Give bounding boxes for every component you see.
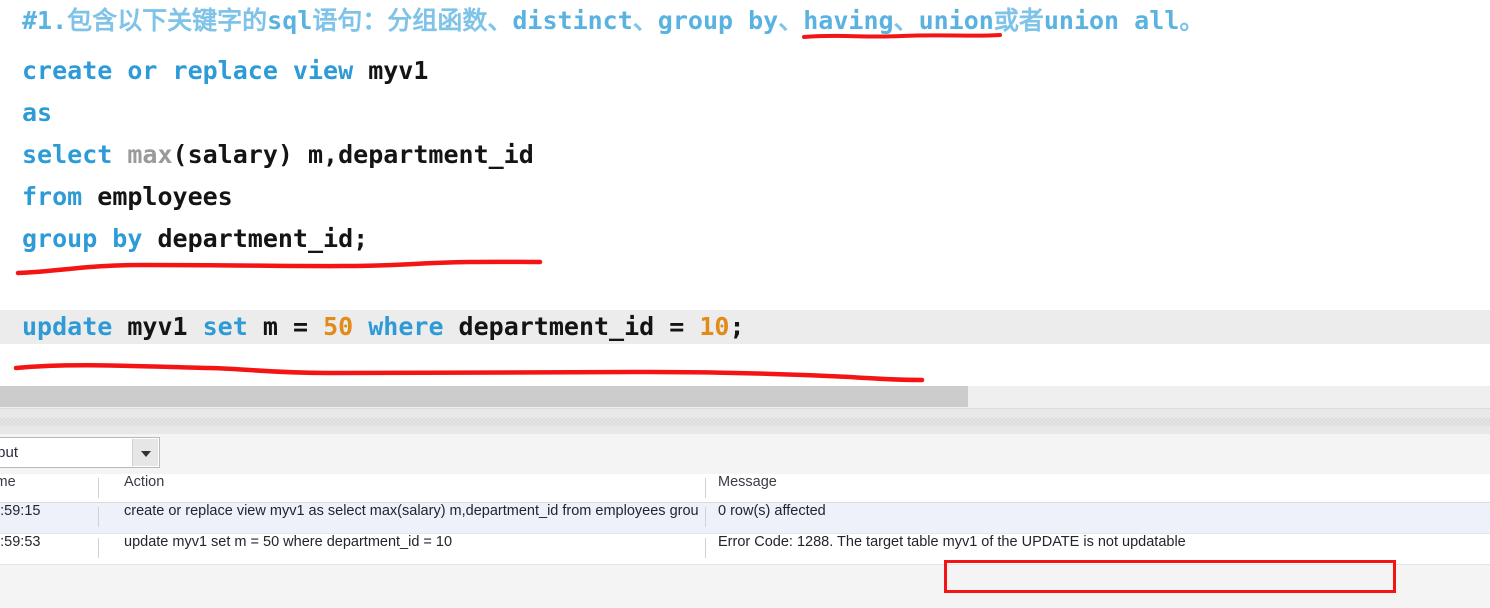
column-header-time[interactable]: Time	[0, 474, 98, 490]
code-token: salary	[187, 140, 278, 169]
code-token: department_id	[458, 312, 670, 341]
row-time: 18:59:53	[0, 534, 98, 550]
row-action-value: update myv1 set m = 50 where department_…	[124, 534, 453, 550]
code-token: update	[22, 312, 128, 341]
table-header-row: Time Action Message	[0, 474, 1490, 503]
chevron-down-icon[interactable]	[132, 439, 158, 466]
groupby-line[interactable]: group by department_id;	[22, 222, 368, 256]
create-view-line[interactable]: create or replace view myv1	[22, 54, 428, 88]
as-line[interactable]: as	[22, 96, 52, 130]
column-header-time-label: Time	[0, 474, 16, 490]
table-row[interactable]: 18:59:15 create or replace view myv1 as …	[0, 503, 1490, 534]
code-token: m,department_id	[308, 140, 534, 169]
code-token: myv1	[127, 312, 203, 341]
code-token: having	[803, 6, 894, 35]
row-message-value: 0 row(s) affected	[718, 503, 826, 519]
code-token: create or replace view	[22, 56, 369, 85]
row-message: Error Code: 1288. The target table myv1 …	[712, 534, 1472, 550]
cell-divider	[98, 507, 99, 527]
panel-splitter[interactable]	[0, 408, 1490, 436]
output-type-select[interactable]: Output	[0, 437, 160, 468]
code-token: union	[918, 6, 994, 35]
code-token: )	[277, 140, 308, 169]
column-header-message-label: Message	[718, 474, 777, 490]
column-divider	[705, 478, 706, 498]
code-token: as	[22, 98, 53, 127]
code-token: m	[262, 312, 293, 341]
row-action-value: create or replace view myv1 as select ma…	[124, 503, 698, 519]
comment-line[interactable]: #1.包含以下关键字的sql语句：分组函数、distinct、group by、…	[22, 4, 1204, 38]
code-token: where	[368, 312, 459, 341]
cell-divider	[98, 538, 99, 558]
code-token: =	[669, 312, 700, 341]
row-time: 18:59:15	[0, 503, 98, 519]
code-token: myv1	[368, 56, 429, 85]
row-time-value: 18:59:53	[0, 534, 41, 550]
update-line[interactable]: update myv1 set m = 50 where department_…	[0, 310, 1490, 344]
output-type-select-label: Output	[0, 444, 19, 461]
code-token: 50	[323, 312, 354, 341]
code-token: 、	[778, 6, 804, 35]
sql-editor[interactable]: #1.包含以下关键字的sql语句：分组函数、distinct、group by、…	[0, 0, 1490, 386]
from-line[interactable]: from employees	[22, 180, 233, 214]
code-token: ;	[729, 312, 745, 341]
column-header-message[interactable]: Message	[712, 474, 1472, 490]
code-token: (	[172, 140, 188, 169]
editor-horizontal-scrollbar-thumb[interactable]	[0, 386, 968, 407]
code-token: 或者	[993, 6, 1044, 35]
code-token: 、	[632, 6, 658, 35]
cell-divider	[705, 538, 706, 558]
table-row[interactable]: 18:59:53 update myv1 set m = 50 where de…	[0, 534, 1490, 565]
code-token: #1.	[22, 6, 68, 35]
code-token: max	[127, 140, 173, 169]
code-token: from	[22, 182, 98, 211]
code-token: 包含以下关键字的	[67, 6, 268, 35]
output-log-table: Time Action Message 18:59:15 create or r…	[0, 474, 1490, 565]
code-token: department_id;	[157, 224, 369, 253]
column-header-action-label: Action	[124, 474, 165, 490]
code-token: =	[292, 312, 324, 341]
code-token: select	[22, 140, 128, 169]
output-toolbar: Output	[0, 434, 1490, 474]
splitter-grip-icon	[0, 418, 1490, 426]
row-message-value: Error Code: 1288. The target table myv1 …	[718, 534, 1186, 550]
cell-divider	[705, 507, 706, 527]
code-token: 分组函数、	[387, 6, 513, 35]
row-time-value: 18:59:15	[0, 503, 41, 519]
row-message: 0 row(s) affected	[712, 503, 1472, 519]
code-token: employees	[97, 182, 233, 211]
select-line[interactable]: select max(salary) m,department_id	[22, 138, 534, 172]
code-token: union all	[1043, 6, 1180, 35]
column-divider	[98, 478, 99, 498]
code-token: 语句：	[312, 6, 388, 35]
code-token: group by	[22, 224, 158, 253]
output-panel: Output Time Action Message 18:59:15	[0, 408, 1490, 608]
code-token: distinct	[512, 6, 633, 35]
row-action: create or replace view myv1 as select ma…	[118, 503, 698, 519]
code-token: 、	[893, 6, 919, 35]
row-action: update myv1 set m = 50 where department_…	[118, 534, 698, 550]
code-token: group by	[657, 6, 779, 35]
editor-horizontal-scrollbar[interactable]	[0, 386, 1490, 408]
column-header-action[interactable]: Action	[118, 474, 698, 490]
code-token: set	[202, 312, 263, 341]
code-token: 10	[699, 312, 730, 341]
code-token: sql	[267, 6, 313, 35]
code-token: 。	[1179, 6, 1205, 35]
